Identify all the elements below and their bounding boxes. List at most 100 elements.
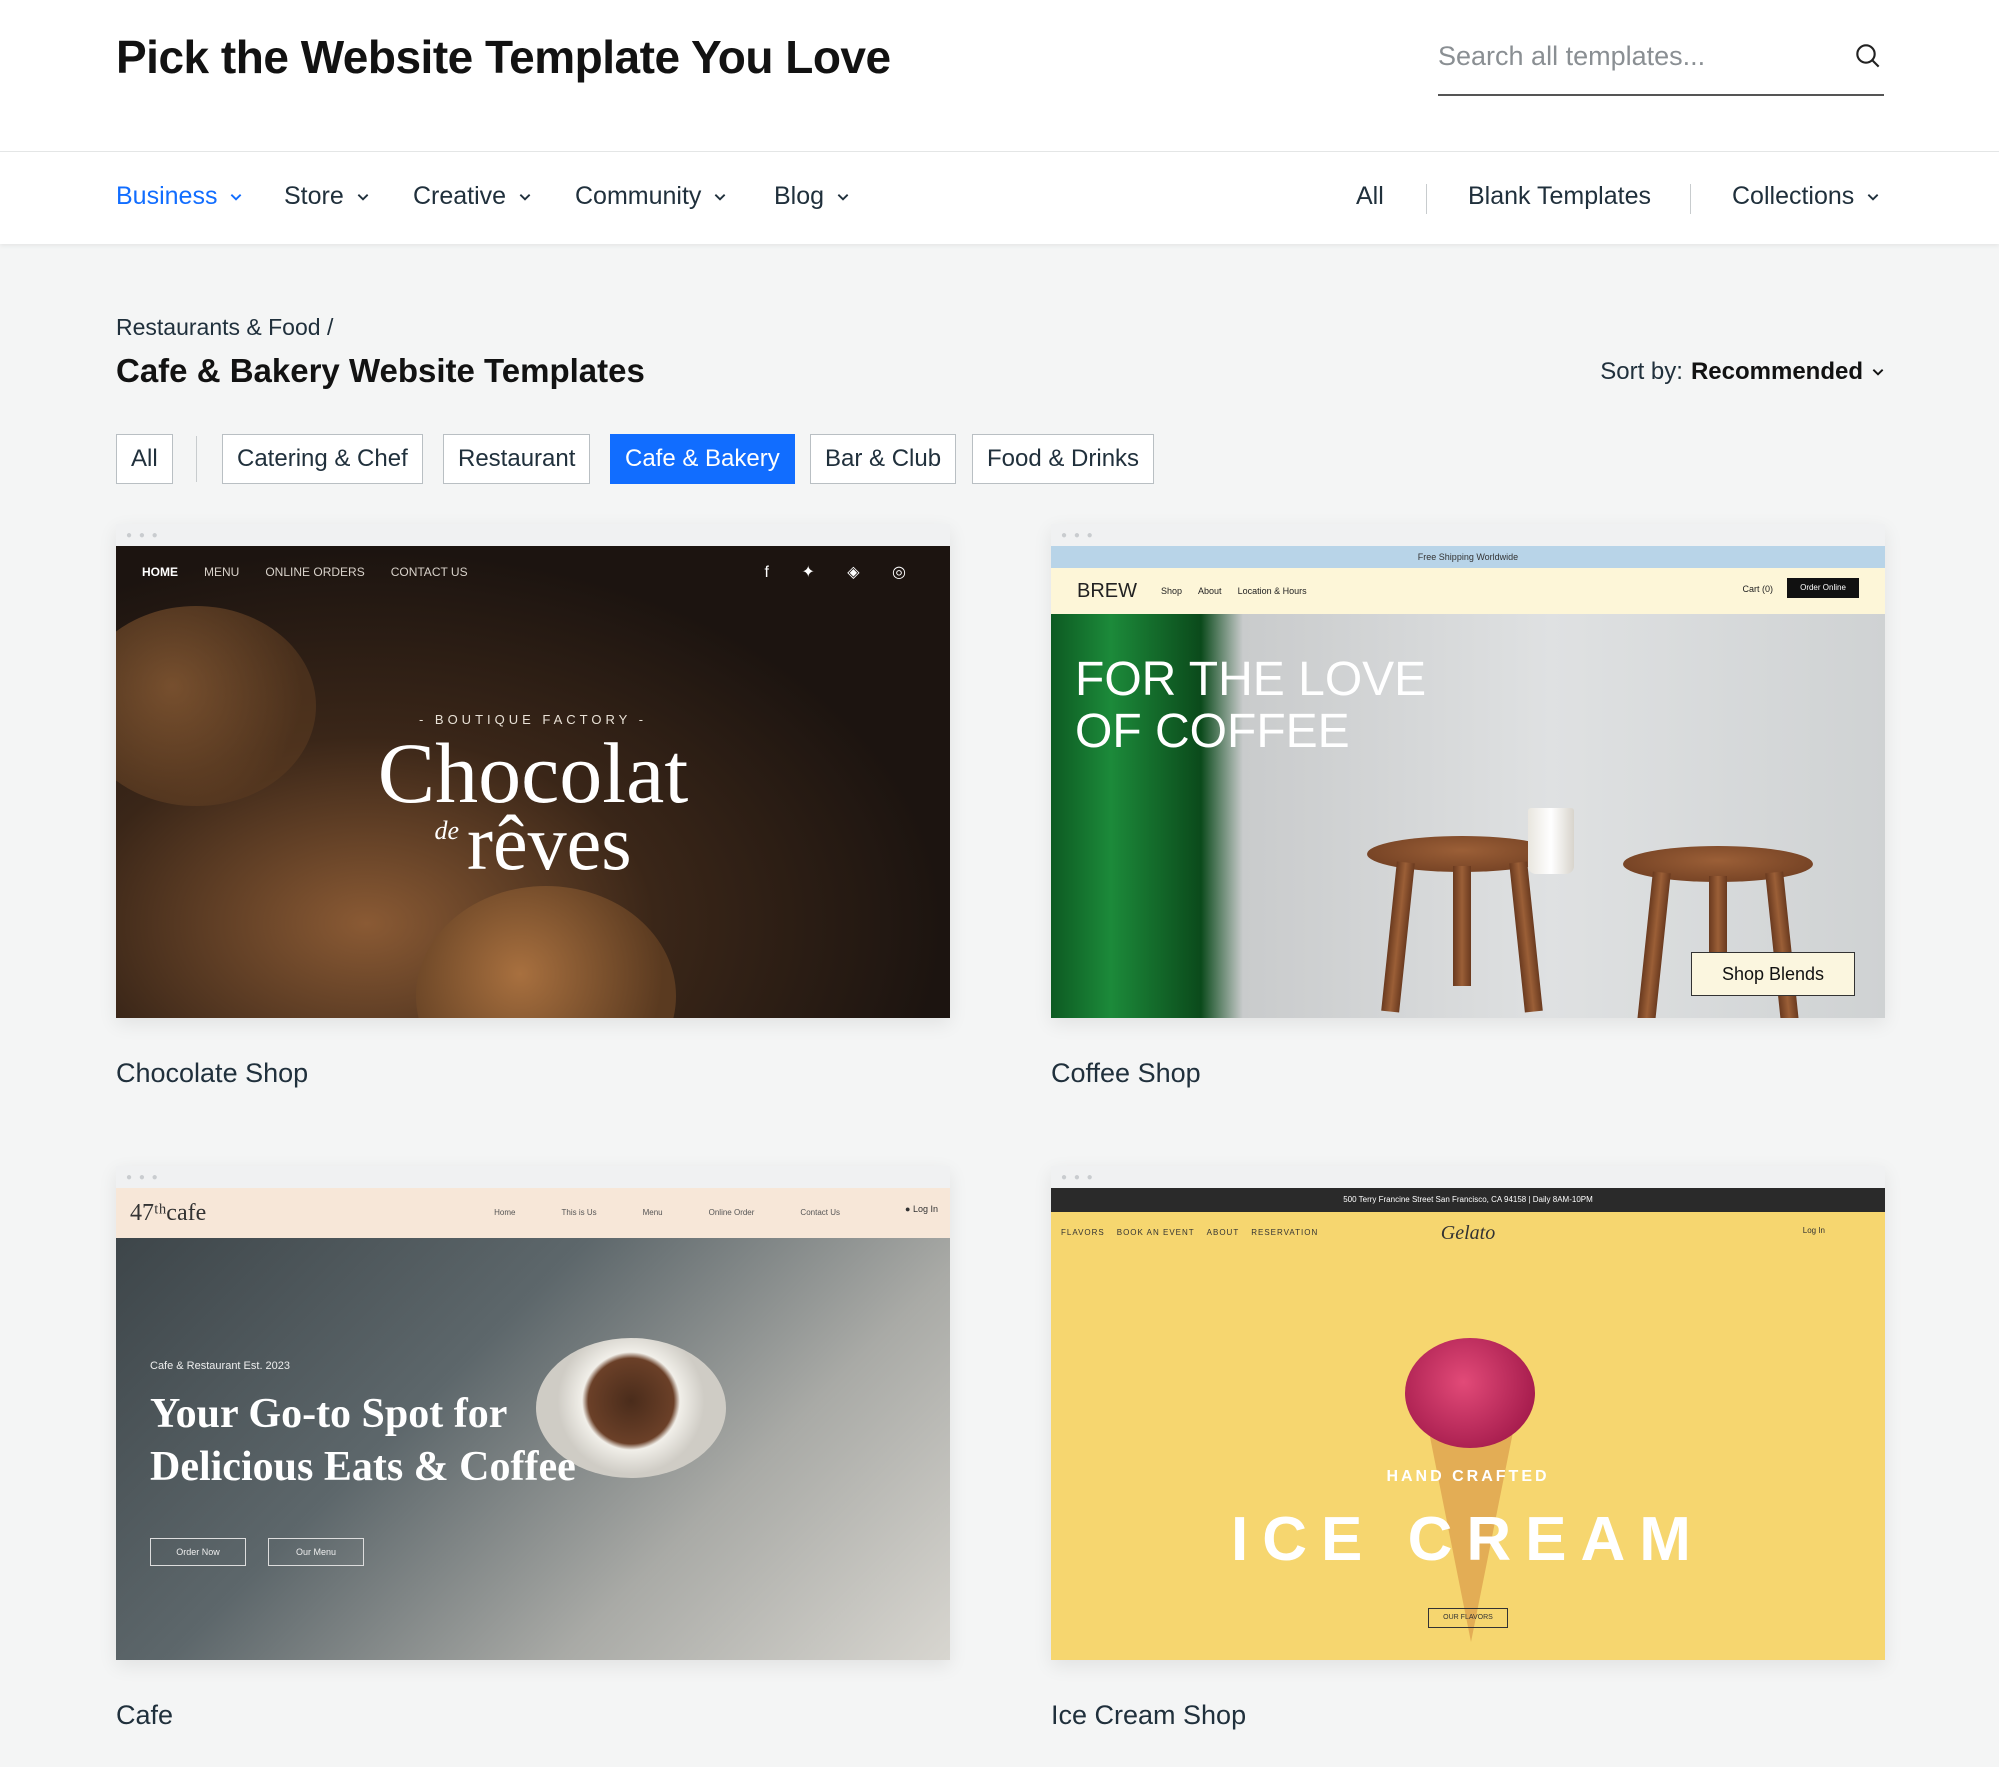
preview-menu-item: Contact Us — [800, 1208, 840, 1217]
search-input[interactable] — [1438, 30, 1828, 82]
preview-headline-line: Delicious Eats & Coffee — [150, 1443, 576, 1490]
nav-community[interactable]: Community — [575, 182, 727, 211]
nav-creative-label: Creative — [413, 182, 507, 210]
filter-chip-food-drinks[interactable]: Food & Drinks — [972, 434, 1155, 484]
template-name[interactable]: Cafe — [116, 1700, 950, 1731]
template-card[interactable]: ● ● ● 47ᵗʰcafe Home This is Us Menu Onli… — [116, 1166, 950, 1731]
preview-menu-item: MENU — [204, 565, 240, 579]
preview-menu-item: Location & Hours — [1237, 586, 1307, 596]
preview-order-button: Order Online — [1787, 578, 1859, 598]
chevron-down-icon — [519, 193, 531, 201]
nav-divider — [1690, 184, 1691, 214]
preview-cta-button: OUR FLAVORS — [1428, 1608, 1508, 1628]
nav-all[interactable]: All — [1356, 182, 1384, 211]
nav-blank-templates[interactable]: Blank Templates — [1468, 182, 1651, 211]
preview-headline: ICE CREAM — [1231, 1505, 1705, 1574]
preview-menu-item: This is Us — [561, 1208, 597, 1217]
preview-menu-item: HOME — [142, 565, 178, 579]
truffle-image — [416, 886, 676, 1018]
preview-established: Cafe & Restaurant Est. 2023 — [150, 1360, 291, 1372]
sort-value: Recommended — [1690, 358, 1863, 385]
preview-headline-line: Your Go-to Spot for — [150, 1391, 508, 1437]
preview-cart: Cart (0) — [1742, 584, 1773, 594]
nav-business-label: Business — [116, 182, 218, 210]
nav-community-label: Community — [575, 182, 702, 210]
template-card[interactable]: ● ● ● Free Shipping Worldwide BREW Shop … — [1051, 524, 1885, 1089]
section-heading: Cafe & Bakery Website Templates — [116, 352, 645, 389]
preview-menu-item: Shop — [1161, 586, 1183, 596]
chevron-down-icon — [1867, 193, 1879, 201]
window-dots: ● ● ● — [126, 530, 160, 541]
filter-chip-catering-chef[interactable]: Catering & Chef — [222, 434, 423, 484]
preview-title-2: de rêves — [116, 804, 950, 882]
template-card[interactable]: ● ● ● HOME MENU ONLINE ORDERS CONTACT US… — [116, 524, 950, 1089]
page-header: Pick the Website Template You Love — [0, 0, 1999, 152]
preview-headline: FOR THE LOVE OF COFFEE — [1075, 654, 1426, 758]
nav-collections-label: Collections — [1732, 182, 1855, 210]
stool-image — [1623, 846, 1813, 1018]
preview-login: ● Log In — [905, 1204, 938, 1214]
nav-creative[interactable]: Creative — [413, 182, 532, 211]
cafe-preview: 47ᵗʰcafe Home This is Us Menu Online Ord… — [116, 1188, 950, 1660]
nav-blog-label: Blog — [774, 182, 825, 210]
preview-logo: 47ᵗʰcafe — [130, 1200, 207, 1226]
preview-title-small: de — [434, 816, 459, 845]
template-thumbnail[interactable]: ● ● ● 500 Terry Francine Street San Fran… — [1051, 1166, 1885, 1660]
nav-all-label: All — [1356, 182, 1384, 210]
page-title: Pick the Website Template You Love — [116, 31, 891, 83]
shipping-banner: Free Shipping Worldwide — [1051, 546, 1885, 568]
template-card[interactable]: ● ● ● 500 Terry Francine Street San Fran… — [1051, 1166, 1885, 1731]
sort-label: Sort by: — [1600, 358, 1683, 385]
preview-brand: BREW — [1077, 579, 1137, 602]
category-nav: Business Store Creative Community Blog A… — [0, 152, 1999, 244]
preview-cta-button: Shop Blends — [1691, 952, 1855, 996]
sort-dropdown[interactable]: Sort by: Recommended — [1600, 358, 1885, 386]
preview-topbar: 500 Terry Francine Street San Francisco,… — [1051, 1188, 1885, 1212]
filter-chip-cafe-bakery[interactable]: Cafe & Bakery — [610, 434, 795, 484]
template-thumbnail[interactable]: ● ● ● Free Shipping Worldwide BREW Shop … — [1051, 524, 1885, 1018]
template-name[interactable]: Coffee Shop — [1051, 1058, 1885, 1089]
nav-business[interactable]: Business — [116, 182, 243, 211]
coffee-preview: Free Shipping Worldwide BREW Shop About … — [1051, 546, 1885, 1018]
chevron-down-icon — [231, 193, 242, 201]
nav-store[interactable]: Store — [284, 182, 370, 211]
social-icons: f ✦ ◈ ◎ — [764, 564, 920, 581]
nav-collections[interactable]: Collections — [1732, 182, 1880, 211]
nav-divider — [1426, 184, 1427, 214]
preview-menu-item: Menu — [642, 1208, 663, 1217]
ice-cream-preview: 500 Terry Francine Street San Francisco,… — [1051, 1188, 1885, 1660]
window-dots: ● ● ● — [1061, 530, 1095, 541]
preview-brand: Gelato — [1440, 1222, 1496, 1244]
filter-chip-bar-club[interactable]: Bar & Club — [810, 434, 957, 484]
nav-blog[interactable]: Blog — [774, 182, 850, 211]
filter-chip-restaurant[interactable]: Restaurant — [443, 434, 591, 484]
template-thumbnail[interactable]: ● ● ● HOME MENU ONLINE ORDERS CONTACT US… — [116, 524, 950, 1018]
window-dots: ● ● ● — [1061, 1172, 1095, 1183]
preview-menu-item: ONLINE ORDERS — [265, 565, 365, 579]
search-box[interactable] — [1438, 30, 1884, 96]
preview-menu-item: About — [1198, 586, 1222, 596]
chevron-down-icon — [357, 193, 369, 201]
preview-headline-line: FOR THE LOVE — [1075, 653, 1427, 706]
template-name[interactable]: Ice Cream Shop — [1051, 1700, 1885, 1731]
chevron-down-icon — [715, 193, 726, 201]
cup-image — [1528, 808, 1574, 874]
template-thumbnail[interactable]: ● ● ● 47ᵗʰcafe Home This is Us Menu Onli… — [116, 1166, 950, 1660]
preview-title-line2: rêves — [466, 799, 632, 886]
filter-chip-all[interactable]: All — [116, 434, 173, 484]
preview-headline-line: OF COFFEE — [1075, 704, 1350, 758]
chocolate-preview: HOME MENU ONLINE ORDERS CONTACT US f ✦ ◈… — [116, 546, 950, 1018]
user-icon: ● — [905, 1204, 911, 1214]
chevron-down-icon — [837, 193, 849, 201]
preview-menu-button: Our Menu — [268, 1538, 364, 1566]
search-icon[interactable] — [1852, 40, 1884, 72]
preview-menu-bar: 47ᵗʰcafe Home This is Us Menu Online Ord… — [116, 1188, 950, 1238]
chevron-down-icon — [1872, 369, 1884, 376]
breadcrumb[interactable]: Restaurants & Food / — [116, 314, 333, 341]
nav-store-label: Store — [284, 182, 344, 210]
preview-menu-item: Home — [494, 1208, 516, 1217]
nav-blank-templates-label: Blank Templates — [1468, 182, 1651, 210]
template-name[interactable]: Chocolate Shop — [116, 1058, 950, 1089]
preview-login-label: Log In — [912, 1204, 938, 1214]
preview-headline: Your Go-to Spot for Delicious Eats & Cof… — [150, 1388, 576, 1493]
